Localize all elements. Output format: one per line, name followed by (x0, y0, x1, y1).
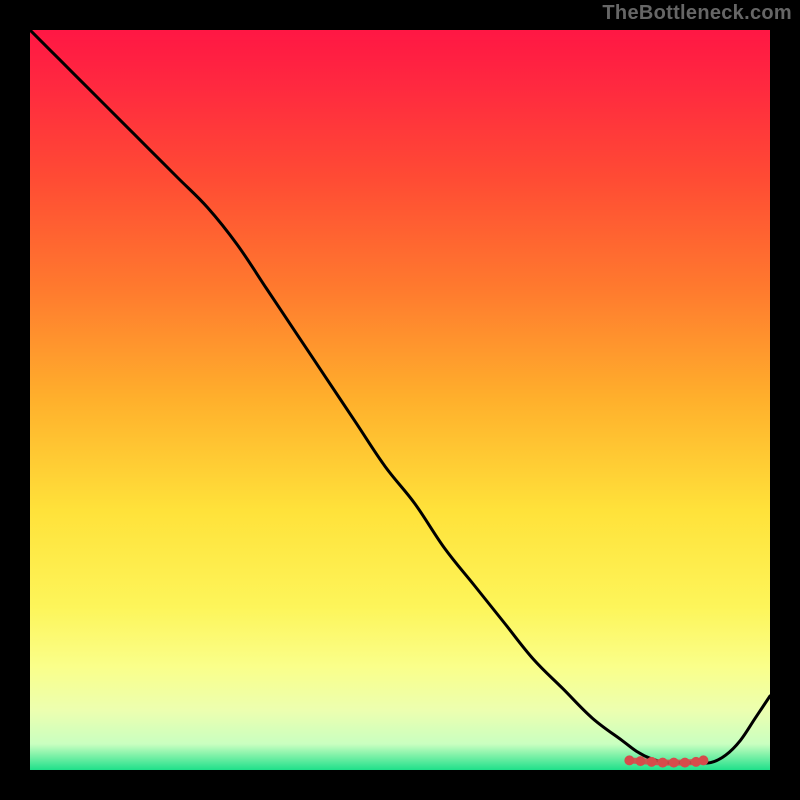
chart-svg (30, 30, 770, 770)
chart-container: TheBottleneck.com (0, 0, 800, 800)
plot-area (30, 30, 770, 770)
marker-dot (647, 757, 657, 767)
marker-dot (680, 758, 690, 768)
watermark-text: TheBottleneck.com (602, 2, 792, 25)
marker-dot (698, 755, 708, 765)
marker-dot (669, 758, 679, 768)
marker-dot (636, 756, 646, 766)
marker-dot (658, 758, 668, 768)
marker-dot (624, 755, 634, 765)
